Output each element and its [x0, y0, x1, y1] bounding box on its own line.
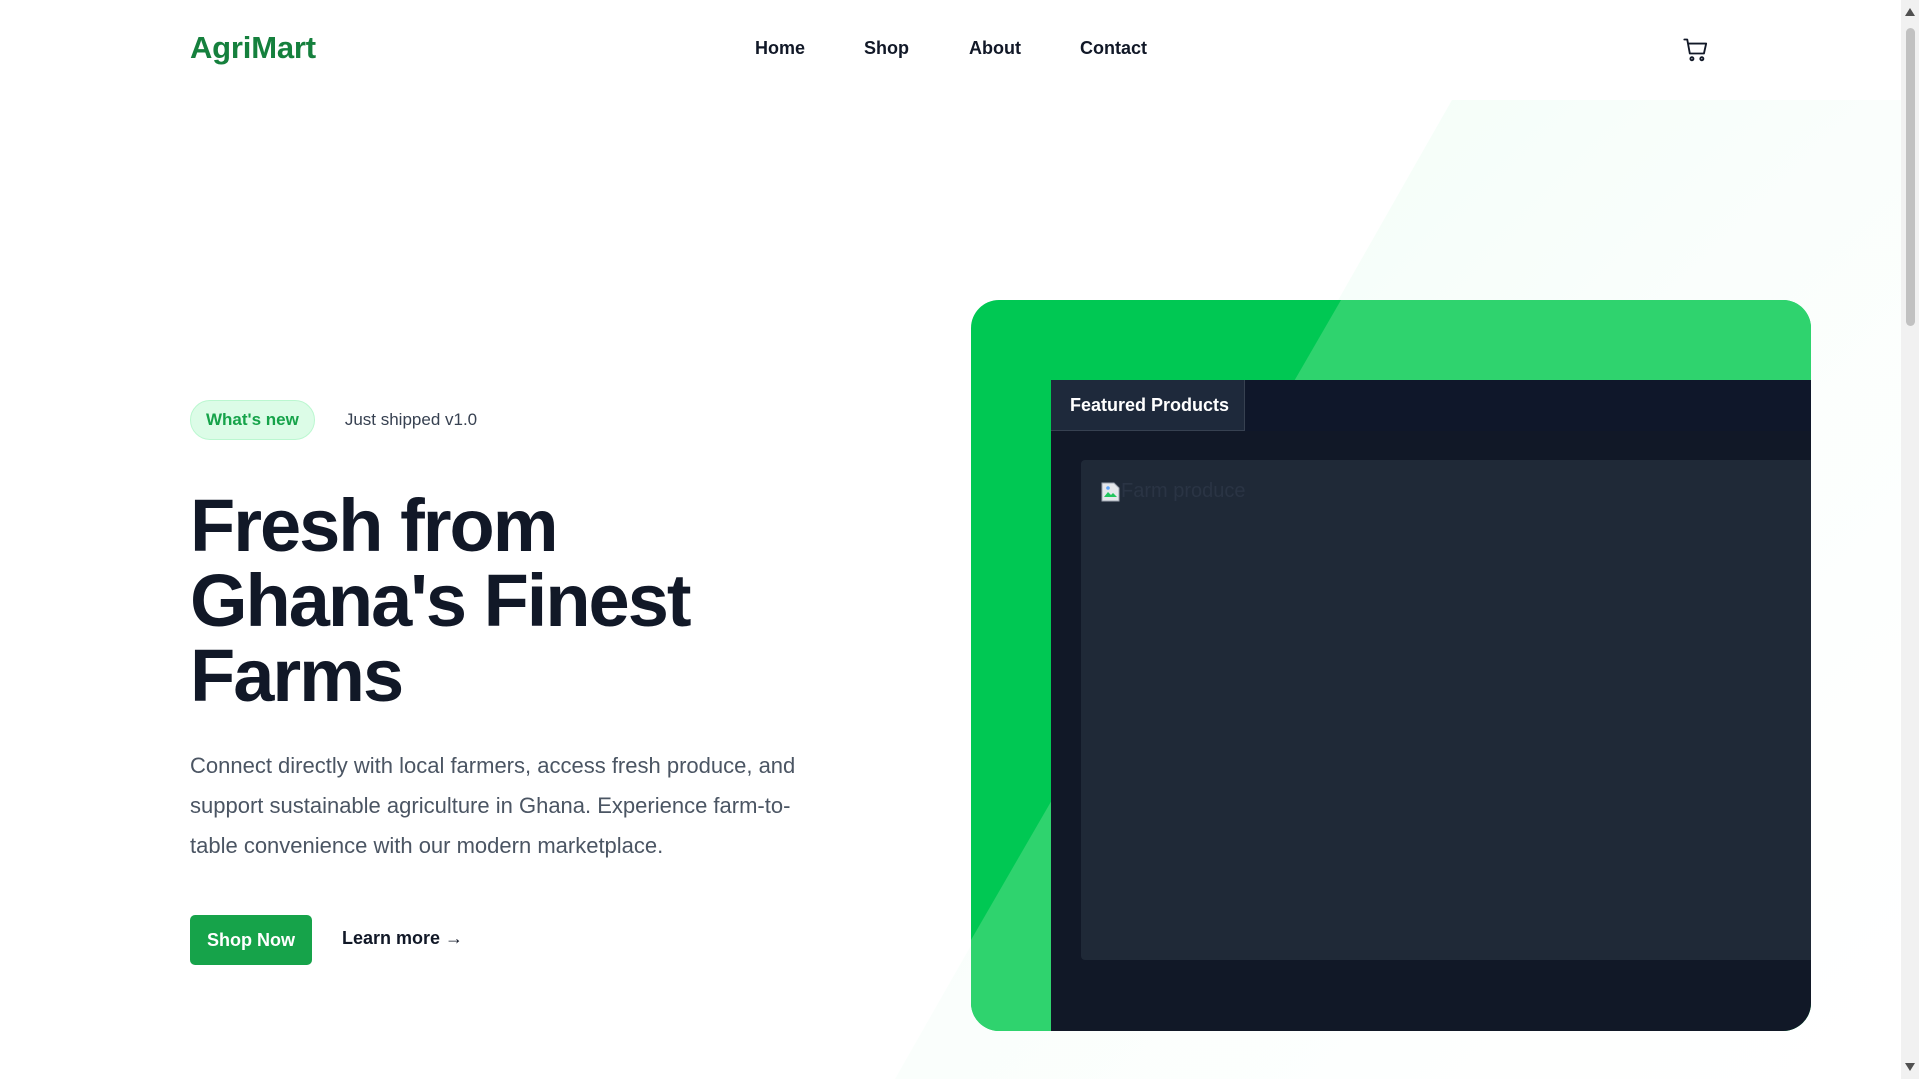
hero-title: Fresh from Ghana's Finest Farms — [190, 484, 692, 717]
learn-more-link[interactable]: Learn more → — [342, 928, 463, 949]
window-content: Farm produce — [1081, 460, 1811, 960]
site-header: AgriMart Home Shop About Contact — [0, 0, 1901, 100]
shop-now-button[interactable]: Shop Now — [190, 915, 312, 965]
window-tab-bar: Featured Products — [1051, 380, 1811, 431]
whats-new-badge[interactable]: What's new — [190, 400, 315, 440]
nav-about[interactable]: About — [969, 38, 1021, 59]
app-window-mockup: Featured Products Farm produce — [1051, 380, 1811, 1031]
logo[interactable]: AgriMart — [190, 30, 316, 66]
nav-home[interactable]: Home — [755, 38, 805, 59]
nav-shop[interactable]: Shop — [864, 38, 909, 59]
tab-featured-products[interactable]: Featured Products — [1051, 380, 1245, 431]
vertical-scrollbar[interactable] — [1901, 0, 1919, 1079]
nav-contact[interactable]: Contact — [1080, 38, 1147, 59]
image-alt-text: Farm produce — [1121, 480, 1246, 502]
release-text: Just shipped v1.0 — [344, 410, 478, 429]
cart-icon[interactable] — [1682, 36, 1710, 64]
page: AgriMart Home Shop About Contact What's … — [0, 0, 1901, 1079]
announcement-row: What's new Just shipped v1.0 — [190, 400, 477, 440]
farm-produce-image: Farm produce — [1101, 480, 1246, 503]
broken-image-icon — [1101, 482, 1120, 501]
product-showcase: Featured Products Farm produce — [971, 300, 1811, 1031]
hero-description: Connect directly with local farmers, acc… — [190, 753, 796, 858]
scroll-up-icon[interactable] — [1905, 8, 1915, 16]
scroll-thumb[interactable] — [1906, 28, 1915, 326]
scroll-down-icon[interactable] — [1905, 1063, 1915, 1071]
